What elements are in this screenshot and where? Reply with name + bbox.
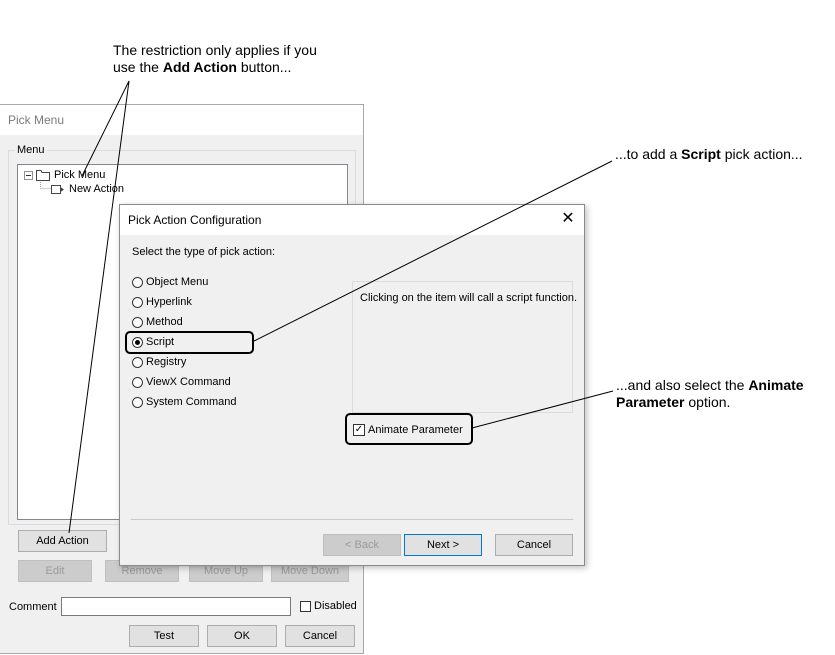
- leader-line-pick-menu: [81, 80, 130, 177]
- leader-line-add-action: [68, 80, 130, 534]
- leader-line-animate: [471, 390, 614, 429]
- leader-line-script: [253, 160, 613, 342]
- callout-lines: [68, 80, 614, 534]
